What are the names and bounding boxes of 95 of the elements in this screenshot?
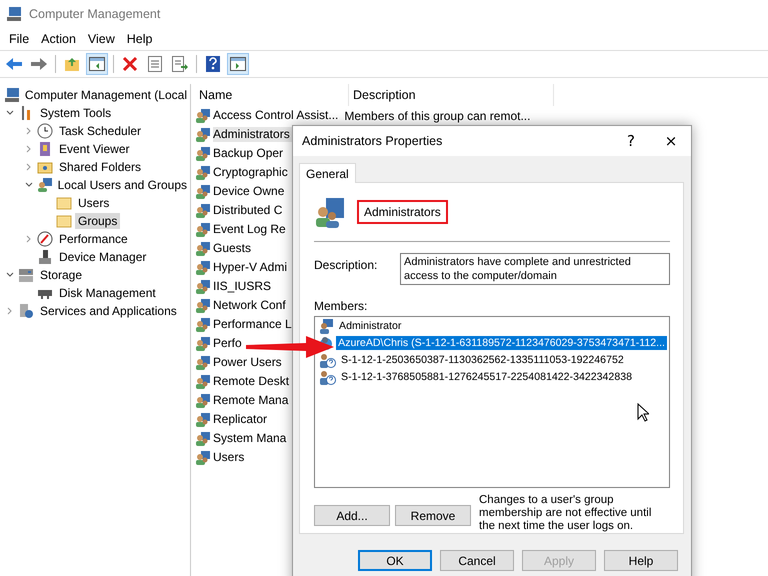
users-icon [195, 412, 211, 428]
users-icon [37, 177, 52, 193]
users-icon [195, 336, 211, 352]
users-icon [195, 222, 211, 238]
menu-item[interactable]: File [3, 32, 36, 46]
users-icon [195, 392, 211, 408]
users-icon [195, 184, 211, 200]
description-field[interactable]: Administrators have complete and unrestricted access to the computer/domain [400, 252, 670, 285]
column-header[interactable]: Description [349, 84, 554, 106]
services-icon [18, 303, 34, 319]
help-button[interactable]: ? [611, 126, 651, 156]
tree-item[interactable]: Services and Applications [37, 303, 180, 319]
users-icon [195, 240, 211, 256]
users-icon [195, 260, 211, 276]
menu-item[interactable]: View [82, 32, 121, 46]
gauge-icon [37, 231, 53, 247]
tree-item[interactable]: Local Users and Groups [54, 177, 190, 193]
tree-item[interactable]: System Tools [37, 105, 114, 121]
column-header[interactable]: Name [195, 84, 349, 106]
users-icon [195, 126, 211, 142]
expand-chevron-icon[interactable] [25, 127, 33, 135]
computer-icon [6, 6, 22, 22]
forward-arrow-icon [30, 57, 48, 71]
users-icon [195, 354, 211, 370]
tree-item[interactable]: Disk Management [56, 285, 159, 301]
tree-item[interactable]: Storage [37, 267, 86, 283]
book-icon [37, 141, 53, 157]
menu-item[interactable]: Help [120, 32, 158, 46]
tree-item[interactable]: Performance [56, 231, 131, 247]
toolbar-button[interactable] [86, 53, 108, 75]
add-button[interactable]: Add... [314, 505, 390, 526]
collapse-chevron-icon[interactable] [6, 271, 14, 279]
computer-icon [4, 87, 19, 103]
tree-item[interactable]: Device Manager [56, 249, 150, 265]
storage-icon [18, 267, 34, 283]
users-icon [314, 196, 346, 228]
properties-icon [148, 56, 162, 72]
field-label: Description: [314, 256, 378, 274]
expand-chevron-icon[interactable] [25, 145, 33, 153]
tree-item[interactable]: Task Scheduler [56, 123, 144, 139]
users-icon [195, 430, 211, 446]
collapse-chevron-icon[interactable] [25, 181, 33, 189]
expand-chevron-icon[interactable] [25, 163, 33, 171]
remove-button[interactable]: Remove [395, 505, 471, 526]
folder-icon [64, 56, 80, 72]
users-icon [195, 164, 211, 180]
unknown-user-icon [318, 369, 336, 386]
group-name[interactable]: Access Control Assist... [213, 108, 338, 123]
users-icon [195, 450, 211, 466]
expand-chevron-icon[interactable] [6, 307, 14, 315]
folder-icon [56, 213, 72, 229]
tree-item[interactable]: Users [75, 195, 112, 211]
users-icon [195, 278, 211, 294]
unknown-user-icon [318, 352, 336, 368]
help-icon [206, 56, 220, 72]
users-icon [195, 298, 211, 314]
dialog-button[interactable]: OK [358, 550, 432, 571]
window-title: Computer Management [29, 7, 160, 21]
users-icon [195, 146, 211, 162]
member-item[interactable]: AzureAD\Chris (S-1-12-1-631189572-1123476029-3753473471-112... [336, 336, 667, 350]
tree-item[interactable]: Groups [75, 213, 120, 229]
menu-item[interactable]: Action [35, 32, 82, 46]
folder-icon [56, 195, 72, 211]
clock-icon [37, 123, 53, 139]
users-icon [195, 316, 211, 332]
tree-item[interactable]: Computer Management (Local [22, 87, 190, 103]
tree-item[interactable]: Event Viewer [56, 141, 132, 157]
panel-icon [230, 57, 246, 71]
user-icon [318, 318, 334, 334]
members-list[interactable]: Administrator AzureAD\Chris (S-1-12-1-631189572-1123476029-3753473471-112... S-1-12-1-2503650387-1130362562-1335111053-192246752 S-1-12-1-3768505881-1276245517-2254081422-3422342838 [314, 316, 670, 488]
expand-chevron-icon[interactable] [25, 235, 33, 243]
mouse-pointer-icon [637, 402, 649, 422]
users-icon [195, 108, 211, 124]
member-item[interactable]: S-1-12-1-3768505881-1276245517-2254081422-3422342838 [339, 370, 634, 384]
member-item[interactable]: Administrator [337, 319, 404, 334]
users-icon [195, 202, 211, 218]
field-label: Members: [314, 298, 368, 313]
dialog-button[interactable]: Cancel [440, 550, 514, 571]
tree-item[interactable]: Shared Folders [56, 159, 144, 175]
export-list-icon [172, 56, 188, 72]
tab[interactable]: General [299, 163, 356, 183]
toolbar-button[interactable] [227, 53, 249, 75]
collapse-chevron-icon[interactable] [6, 109, 14, 117]
toolbar-button[interactable] [169, 53, 191, 75]
group-description: Members of this group can remot... [344, 108, 530, 122]
membership-note: Changes to a user's group membership are not effective until the next time the user logs on. [479, 494, 652, 533]
close-button[interactable]: × [651, 126, 691, 156]
panel-icon [89, 57, 105, 71]
back-arrow-icon [5, 57, 23, 71]
group-name: Administrators [357, 200, 448, 224]
device-icon [37, 249, 53, 265]
dialog-button[interactable]: Help [604, 550, 678, 571]
delete-x-icon [122, 56, 138, 72]
users-icon [195, 374, 211, 390]
member-item[interactable]: S-1-12-1-2503650387-1130362562-1335111053-192246752 [339, 353, 626, 368]
